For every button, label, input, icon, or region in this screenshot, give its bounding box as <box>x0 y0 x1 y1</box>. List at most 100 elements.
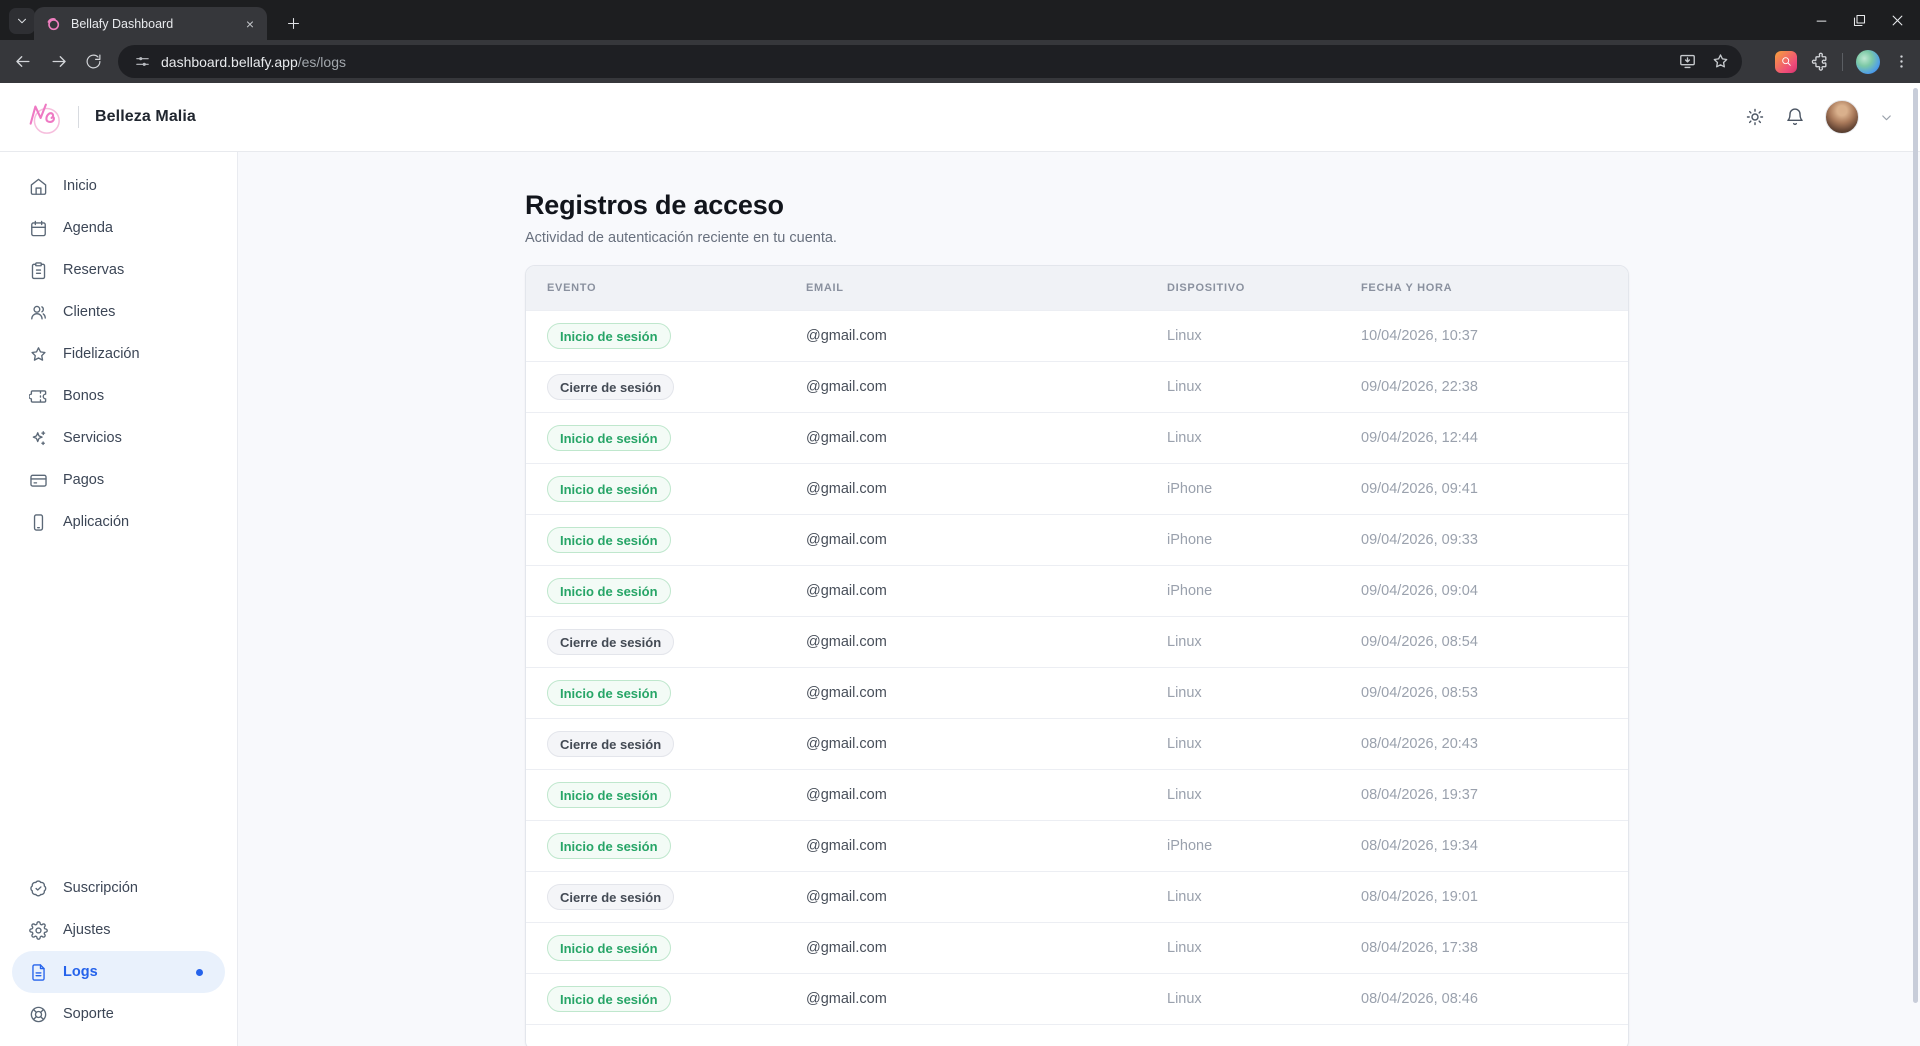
event-badge: Inicio de sesión <box>547 527 671 553</box>
datetime-cell: 08/04/2026, 17:38 <box>1361 940 1607 956</box>
sidebar-item-suscripcion[interactable]: Suscripción <box>12 867 225 909</box>
close-icon <box>1890 13 1905 28</box>
back-button[interactable] <box>8 47 37 76</box>
bookmark-star-icon[interactable] <box>1711 52 1730 71</box>
new-tab-button[interactable] <box>280 10 306 36</box>
sidebar-item-label: Fidelización <box>63 346 140 362</box>
sidebar-item-inicio[interactable]: Inicio <box>12 165 225 207</box>
url-text[interactable]: dashboard.bellafy.app/es/logs <box>161 54 346 70</box>
table-row: Cierre de sesión @gmail.com Linux 09/04/… <box>526 616 1628 667</box>
site-settings-icon[interactable] <box>134 53 151 70</box>
lifebuoy-icon <box>29 1005 48 1024</box>
url-bar[interactable]: dashboard.bellafy.app/es/logs <box>118 45 1742 78</box>
credit-card-icon <box>29 471 48 490</box>
email-cell: @gmail.com <box>806 991 1167 1007</box>
sidebar-item-soporte[interactable]: Soporte <box>12 993 225 1035</box>
datetime-cell: 09/04/2026, 22:38 <box>1361 379 1607 395</box>
install-app-icon[interactable] <box>1678 52 1697 71</box>
theme-toggle-button[interactable] <box>1745 107 1765 127</box>
datetime-cell: 08/04/2026, 08:46 <box>1361 991 1607 1007</box>
search-extension-icon[interactable] <box>1775 51 1797 73</box>
datetime-cell: 09/04/2026, 08:53 <box>1361 685 1607 701</box>
minimize-button[interactable] <box>1810 9 1832 31</box>
user-avatar[interactable] <box>1825 100 1859 134</box>
access-logs-table: EVENTO EMAIL DISPOSITIVO FECHA Y HORA In… <box>525 265 1629 1046</box>
table-header: EVENTO EMAIL DISPOSITIVO FECHA Y HORA <box>526 266 1628 310</box>
event-badge: Inicio de sesión <box>547 782 671 808</box>
device-cell: iPhone <box>1167 838 1361 854</box>
tab-title: Bellafy Dashboard <box>71 17 241 31</box>
browser-profile-avatar[interactable] <box>1856 50 1880 74</box>
email-cell: @gmail.com <box>806 379 1167 395</box>
event-badge: Inicio de sesión <box>547 680 671 706</box>
datetime-cell: 09/04/2026, 09:41 <box>1361 481 1607 497</box>
browser-menu-icon[interactable] <box>1893 53 1910 70</box>
sidebar-item-fidelizacion[interactable]: Fidelización <box>12 333 225 375</box>
minimize-icon <box>1814 13 1829 28</box>
bellafy-favicon-icon <box>45 16 61 32</box>
active-indicator-dot <box>196 969 203 976</box>
sidebar-item-agenda[interactable]: Agenda <box>12 207 225 249</box>
sidebar-item-clientes[interactable]: Clientes <box>12 291 225 333</box>
profile-menu-button[interactable] <box>1879 110 1894 125</box>
event-badge: Inicio de sesión <box>547 425 671 451</box>
restore-icon <box>1852 13 1867 28</box>
sidebar-item-servicios[interactable]: Servicios <box>12 417 225 459</box>
email-cell: @gmail.com <box>806 328 1167 344</box>
close-window-button[interactable] <box>1886 9 1908 31</box>
email-cell: @gmail.com <box>806 940 1167 956</box>
sidebar-item-label: Logs <box>63 964 98 980</box>
table-row: Inicio de sesión @gmail.com iPhone 09/04… <box>526 514 1628 565</box>
calendar-icon <box>29 219 48 238</box>
tab-search-button[interactable] <box>9 8 35 34</box>
file-text-icon <box>29 963 48 982</box>
sidebar-item-label: Suscripción <box>63 880 138 896</box>
restore-button[interactable] <box>1848 9 1870 31</box>
event-badge: Inicio de sesión <box>547 935 671 961</box>
datetime-cell: 08/04/2026, 19:37 <box>1361 787 1607 803</box>
email-cell: @gmail.com <box>806 685 1167 701</box>
tab-strip: Bellafy Dashboard × <box>0 0 1920 40</box>
device-cell: Linux <box>1167 736 1361 752</box>
reload-button[interactable] <box>79 47 108 76</box>
tab-close-button[interactable]: × <box>241 15 259 33</box>
business-name: Belleza Malia <box>95 108 196 126</box>
main-content: Registros de acceso Actividad de autenti… <box>238 152 1920 1046</box>
table-row: Inicio de sesión @gmail.com iPhone 09/04… <box>526 463 1628 514</box>
sidebar-item-bonos[interactable]: Bonos <box>12 375 225 417</box>
page-title: Registros de acceso <box>525 190 1920 221</box>
page-scrollbar-thumb[interactable] <box>1913 88 1918 1003</box>
table-row: Cierre de sesión @gmail.com Linux 08/04/… <box>526 718 1628 769</box>
ticket-icon <box>29 387 48 406</box>
users-icon <box>29 303 48 322</box>
browser-tab[interactable]: Bellafy Dashboard × <box>34 7 267 40</box>
brand-divider <box>78 106 79 128</box>
table-row: Inicio de sesión @gmail.com iPhone 08/04… <box>526 820 1628 871</box>
column-header-email: EMAIL <box>806 282 1167 294</box>
reload-icon <box>85 53 102 70</box>
sidebar-item-reservas[interactable]: Reservas <box>12 249 225 291</box>
sidebar-item-aplicacion[interactable]: Aplicación <box>12 501 225 543</box>
device-cell: Linux <box>1167 430 1361 446</box>
chevron-down-icon <box>1879 110 1894 125</box>
window-controls <box>1810 9 1908 31</box>
notifications-button[interactable] <box>1785 107 1805 127</box>
extensions-puzzle-icon[interactable] <box>1810 52 1829 71</box>
device-cell: iPhone <box>1167 481 1361 497</box>
sidebar-item-label: Agenda <box>63 220 113 236</box>
table-row: Inicio de sesión @gmail.com Linux 09/04/… <box>526 412 1628 463</box>
chevron-down-icon <box>15 14 29 28</box>
partial-row <box>526 1024 1628 1046</box>
sidebar-item-label: Servicios <box>63 430 122 446</box>
brand-logo-icon[interactable] <box>24 98 62 136</box>
badge-check-icon <box>29 879 48 898</box>
sidebar-item-logs[interactable]: Logs <box>12 951 225 993</box>
forward-button[interactable] <box>45 47 74 76</box>
event-badge: Cierre de sesión <box>547 629 674 655</box>
email-cell: @gmail.com <box>806 430 1167 446</box>
sidebar-item-pagos[interactable]: Pagos <box>12 459 225 501</box>
sparkles-icon <box>29 429 48 448</box>
table-row: Cierre de sesión @gmail.com Linux 09/04/… <box>526 361 1628 412</box>
device-cell: Linux <box>1167 991 1361 1007</box>
sidebar-item-ajustes[interactable]: Ajustes <box>12 909 225 951</box>
